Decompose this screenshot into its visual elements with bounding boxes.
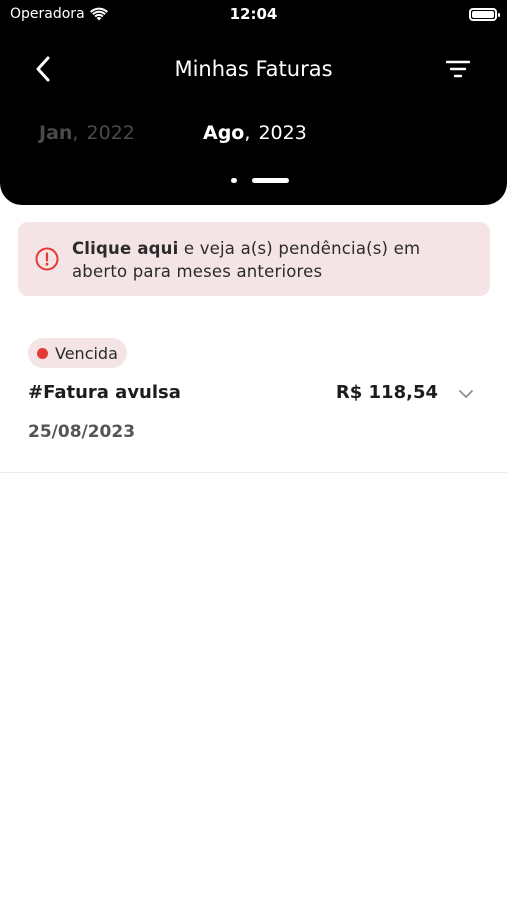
status-label: Vencida	[55, 343, 118, 363]
invoice-title: #Fatura avulsa	[28, 382, 181, 403]
month-year: 2023	[258, 122, 307, 144]
pending-alert[interactable]: Clique aqui e veja a(s) pendência(s) em …	[18, 222, 490, 296]
battery-icon	[469, 8, 500, 21]
page-title: Minhas Faturas	[174, 57, 333, 81]
battery-fill	[472, 11, 494, 18]
month-item-previous[interactable]: Jan, 2022	[39, 122, 135, 144]
chevron-down-icon	[459, 390, 473, 398]
alert-message: Clique aqui e veja a(s) pendência(s) em …	[72, 237, 470, 283]
status-badge: Vencida	[28, 338, 127, 368]
page-dot[interactable]	[231, 178, 237, 183]
nav-bar: Minhas Faturas	[0, 48, 507, 90]
page-dot-active[interactable]	[252, 178, 289, 183]
month-year: 2022	[86, 122, 135, 144]
invoice-amount: R$ 118,54	[335, 382, 438, 403]
status-dot	[37, 348, 48, 359]
month-item-current[interactable]: Ago, 2023	[203, 122, 307, 144]
expand-button[interactable]	[454, 382, 478, 406]
month-name: Ago	[203, 122, 245, 144]
alert-link-text[interactable]: Clique aqui	[72, 239, 178, 258]
filter-icon	[446, 60, 470, 78]
clock: 12:04	[229, 5, 278, 23]
month-separator: ,	[72, 122, 79, 144]
alert-circle-icon	[35, 247, 59, 271]
month-selector: Jan, 2022 Ago, 2023	[0, 122, 507, 152]
invoice-item[interactable]: Vencida #Fatura avulsa R$ 118,54 25/08/2…	[0, 320, 507, 473]
page-indicator	[0, 178, 507, 184]
filter-button[interactable]	[441, 54, 475, 84]
header: Operadora 12:04 Minhas Faturas Jan, 2022…	[0, 0, 507, 205]
month-separator: ,	[244, 122, 251, 144]
status-bar: Operadora 12:04	[0, 0, 507, 28]
month-name: Jan	[39, 122, 73, 144]
invoice-date: 25/08/2023	[28, 422, 136, 442]
